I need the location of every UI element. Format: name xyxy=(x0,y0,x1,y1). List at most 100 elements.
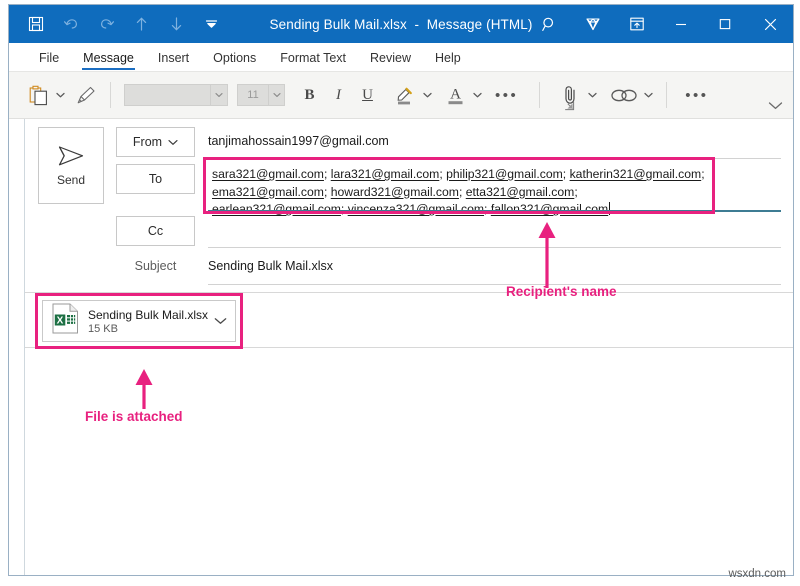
tab-message[interactable]: Message xyxy=(71,51,146,70)
font-size-value: 11 xyxy=(238,89,268,101)
more-font-commands-button[interactable]: ••• xyxy=(488,88,525,103)
tab-options[interactable]: Options xyxy=(201,51,268,70)
attachment-file-size: 15 KB xyxy=(88,323,208,335)
font-color-chevron-down-icon[interactable] xyxy=(470,92,484,98)
tab-format-text[interactable]: Format Text xyxy=(268,51,358,70)
subject-label: Subject xyxy=(116,259,195,273)
svg-text:X: X xyxy=(57,315,64,326)
compose-area: Send From tanjimahossain1997@gmail.com T… xyxy=(9,119,793,575)
from-chevron-down-icon[interactable] xyxy=(168,135,178,149)
attachment-top-divider xyxy=(25,292,793,293)
more-commands-button[interactable]: ••• xyxy=(678,88,715,103)
collapse-ribbon-chevron-down-icon[interactable] xyxy=(768,97,783,115)
attachment-strip: X Sending Bulk Mail.xlsx 15 KB xyxy=(25,293,793,347)
link-chevron-down-icon[interactable] xyxy=(641,92,655,98)
outlook-compose-window: Sending Bulk Mail.xlsx - Message (HTML) xyxy=(8,4,794,576)
recipient-address[interactable]: fallon321@gmail.com xyxy=(491,202,608,216)
compose-body: Send From tanjimahossain1997@gmail.com T… xyxy=(25,119,793,575)
highlight-color-chevron-down-icon[interactable] xyxy=(420,92,434,98)
bold-button[interactable]: B xyxy=(295,81,324,109)
diamond-icon[interactable] xyxy=(571,5,615,43)
ribbon-separator-3 xyxy=(666,82,667,108)
excel-file-icon: X xyxy=(52,303,79,339)
italic-button[interactable]: I xyxy=(324,81,353,109)
recipient-address[interactable]: howard321@gmail.com xyxy=(331,185,459,199)
send-button[interactable]: Send xyxy=(38,127,104,204)
customize-quick-access-toolbar-icon[interactable] xyxy=(200,13,222,35)
attachment-meta: Sending Bulk Mail.xlsx 15 KB xyxy=(88,308,208,335)
from-field-divider xyxy=(208,158,781,159)
tab-insert[interactable]: Insert xyxy=(146,51,201,70)
to-button-label: To xyxy=(149,172,162,186)
font-color-icon[interactable]: A xyxy=(440,79,470,111)
cc-button-label: Cc xyxy=(148,224,163,238)
cc-button[interactable]: Cc xyxy=(116,216,195,246)
minimize-button[interactable] xyxy=(659,5,703,43)
to-button[interactable]: To xyxy=(116,164,195,194)
send-button-label: Send xyxy=(57,173,85,187)
ribbon-separator-2 xyxy=(539,82,540,108)
watermark: wsxdn.com xyxy=(728,568,786,580)
link-icon[interactable] xyxy=(607,79,641,111)
recipient-sep: ; xyxy=(574,185,577,199)
recipient-address[interactable]: vincenza321@gmail.com xyxy=(348,202,484,216)
attachment-annotation-label: File is attached xyxy=(85,409,183,424)
recipient-address[interactable]: sara321@gmail.com xyxy=(212,167,324,181)
recipient-sep: ; xyxy=(459,185,466,199)
recipient-sep: ; xyxy=(341,202,348,216)
recipient-address[interactable]: earlean321@gmail.com xyxy=(212,202,341,216)
previous-item-icon[interactable] xyxy=(130,13,152,35)
attachment-chevron-down-icon[interactable] xyxy=(214,312,227,330)
subject-field-divider xyxy=(208,284,781,285)
tab-help[interactable]: Help xyxy=(423,51,473,70)
font-size-chevron-down-icon[interactable] xyxy=(268,85,284,105)
font-size-input[interactable]: 11 xyxy=(237,84,285,106)
to-field-focus-underline xyxy=(208,210,781,212)
text-cursor xyxy=(609,202,610,215)
svg-text:A: A xyxy=(450,87,461,103)
redo-icon[interactable] xyxy=(95,13,117,35)
paste-icon[interactable] xyxy=(23,79,53,111)
ribbon-display-options-icon[interactable] xyxy=(615,5,659,43)
attachment-chip[interactable]: X Sending Bulk Mail.xlsx 15 KB xyxy=(42,300,236,342)
font-name-chevron-down-icon[interactable] xyxy=(210,85,227,105)
recipient-address[interactable]: lara321@gmail.com xyxy=(331,167,440,181)
close-button[interactable] xyxy=(747,5,793,43)
recipient-address[interactable]: ema321@gmail.com xyxy=(212,185,324,199)
ribbon-separator-1 xyxy=(110,82,111,108)
screenshot-root: Sending Bulk Mail.xlsx - Message (HTML) xyxy=(0,0,800,586)
text-highlight-color-icon[interactable] xyxy=(390,79,420,111)
next-item-icon[interactable] xyxy=(165,13,187,35)
recipient-address[interactable]: katherin321@gmail.com xyxy=(570,167,702,181)
ribbon-toolbar: 11 B I U A xyxy=(9,71,793,119)
search-icon[interactable] xyxy=(527,5,571,43)
compose-left-rail xyxy=(9,119,25,575)
recipient-sep: ; xyxy=(484,202,491,216)
title-bar: Sending Bulk Mail.xlsx - Message (HTML) xyxy=(9,5,793,43)
recipient-sep: ; xyxy=(563,167,570,181)
underline-button[interactable]: U xyxy=(353,81,382,109)
recipient-sep: ; xyxy=(324,185,331,199)
title-bar-controls xyxy=(527,5,793,43)
cc-field-divider xyxy=(208,247,781,248)
subject-input[interactable]: Sending Bulk Mail.xlsx xyxy=(208,259,333,273)
undo-icon[interactable] xyxy=(60,13,82,35)
from-button[interactable]: From xyxy=(116,127,195,157)
save-icon[interactable] xyxy=(25,13,47,35)
font-dialog-launcher-icon[interactable] xyxy=(564,100,575,113)
format-painter-icon[interactable] xyxy=(71,79,101,111)
ribbon-tab-strip: File Message Insert Options Format Text … xyxy=(9,43,793,71)
from-address-value: tanjimahossain1997@gmail.com xyxy=(208,134,389,148)
attach-file-chevron-down-icon[interactable] xyxy=(585,92,599,98)
font-name-input[interactable] xyxy=(124,84,228,106)
quick-access-toolbar xyxy=(9,13,222,35)
from-button-label: From xyxy=(133,135,162,149)
tab-review[interactable]: Review xyxy=(358,51,423,70)
recipient-address[interactable]: etta321@gmail.com xyxy=(466,185,575,199)
paste-options-chevron-down-icon[interactable] xyxy=(53,92,67,98)
attachment-file-name: Sending Bulk Mail.xlsx xyxy=(88,308,208,322)
tab-file[interactable]: File xyxy=(27,51,71,70)
recipient-sep: ; xyxy=(701,167,704,181)
maximize-button[interactable] xyxy=(703,5,747,43)
recipient-address[interactable]: philip321@gmail.com xyxy=(446,167,563,181)
